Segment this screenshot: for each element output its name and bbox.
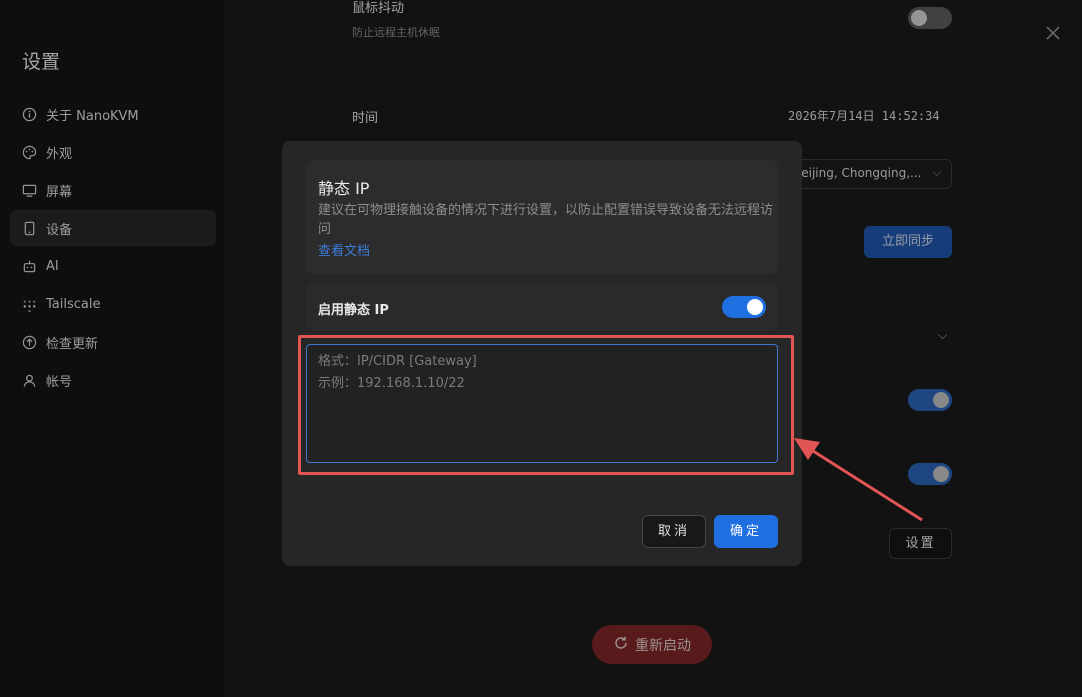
annotation-arrow-icon	[794, 438, 923, 522]
enable-static-ip-toggle[interactable]	[722, 296, 766, 318]
cancel-button[interactable]: 取消	[642, 515, 706, 548]
static-ip-info-card: 静态 IP 建议在可物理接触设备的情况下进行设置，以防止配置错误导致设备无法远程…	[306, 160, 778, 274]
enable-static-ip-row: 启用静态 IP	[306, 283, 778, 331]
modal-title: 静态 IP	[318, 179, 370, 198]
modal-description: 建议在可物理接触设备的情况下进行设置，以防止配置错误导致设备无法远程访问	[318, 203, 774, 237]
enable-static-ip-label: 启用静态 IP	[318, 303, 389, 318]
confirm-button[interactable]: 确定	[714, 515, 778, 548]
annotation-highlight-box	[298, 335, 794, 475]
view-docs-link[interactable]: 查看文档	[318, 240, 370, 259]
